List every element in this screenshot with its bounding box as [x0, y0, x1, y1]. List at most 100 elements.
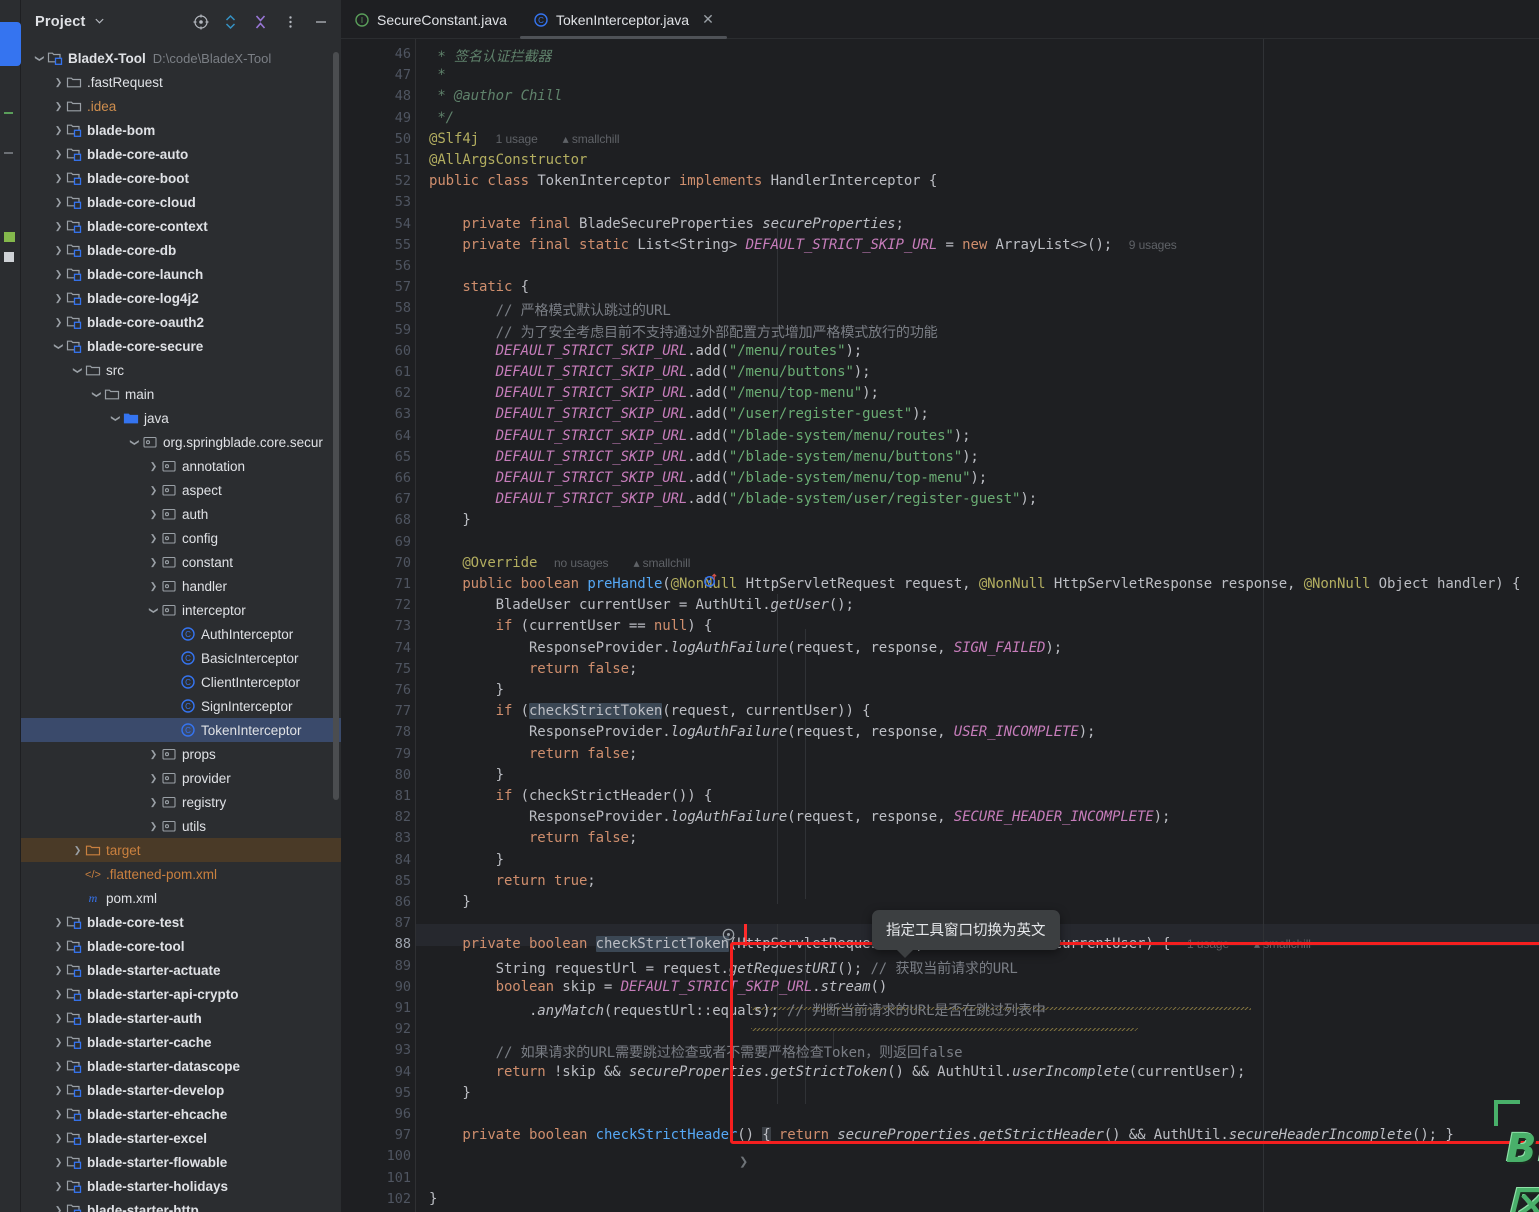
tree-item[interactable]: ❯ annotation — [21, 454, 341, 478]
code-line[interactable]: return false; — [429, 830, 637, 846]
tree-item[interactable]: ❯ target — [21, 838, 341, 862]
tree-item[interactable]: ❯ blade-starter-develop — [21, 1078, 341, 1102]
bookmarks-tool-marker[interactable] — [4, 152, 13, 154]
code-line[interactable]: } — [429, 894, 470, 910]
tree-item[interactable]: ❯ main — [21, 382, 341, 406]
code-line[interactable]: .anyMatch(requestUrl::equals); // 判断当前请求… — [429, 1000, 1046, 1020]
code-line[interactable]: @Override no usages ▴ smallchill — [429, 555, 690, 571]
tree-item[interactable]: ❯ blade-starter-datascope — [21, 1054, 341, 1078]
code-line[interactable]: DEFAULT_STRICT_SKIP_URL.add("/user/regis… — [429, 406, 929, 422]
code-line[interactable]: String requestUrl = request.getRequestUR… — [429, 958, 1018, 978]
chevron-right-icon[interactable]: ❯ — [147, 557, 160, 567]
code-line[interactable]: * @author Chill — [429, 88, 562, 104]
code-line[interactable]: DEFAULT_STRICT_SKIP_URL.add("/blade-syst… — [429, 470, 988, 486]
tree-item[interactable]: ❯CAuthInterceptor — [21, 622, 341, 646]
tree-item[interactable]: ❯ blade-core-db — [21, 238, 341, 262]
fold-expand-icon[interactable]: ❯ — [739, 1155, 748, 1168]
chevron-right-icon[interactable]: ❯ — [147, 773, 160, 783]
locate-icon[interactable] — [192, 14, 209, 31]
tree-item[interactable]: ❯</>.flattened-pom.xml — [21, 862, 341, 886]
chevron-right-icon[interactable]: ❯ — [52, 245, 65, 255]
code-line[interactable]: private final static List<String> DEFAUL… — [429, 237, 1176, 253]
chevron-down-icon[interactable]: ❯ — [35, 52, 45, 65]
code-line[interactable]: if (checkStrictToken(request, currentUse… — [429, 703, 871, 720]
tree-item[interactable]: ❯ blade-core-test — [21, 910, 341, 934]
tree-item[interactable]: ❯ handler — [21, 574, 341, 598]
project-scrollbar[interactable] — [333, 52, 339, 800]
chevron-right-icon[interactable]: ❯ — [52, 173, 65, 183]
code-line[interactable]: } — [429, 1191, 437, 1207]
code-line[interactable]: DEFAULT_STRICT_SKIP_URL.add("/blade-syst… — [429, 491, 1038, 507]
tree-item[interactable]: ❯ .fastRequest — [21, 70, 341, 94]
code-line[interactable]: // 如果请求的URL需要跳过检查或者不需要严格检查Token，则返回false — [429, 1042, 963, 1062]
chevron-down-icon[interactable]: ❯ — [92, 388, 102, 401]
code-line[interactable]: DEFAULT_STRICT_SKIP_URL.add("/menu/top-m… — [429, 385, 879, 401]
code-line[interactable]: // 严格模式默认跳过的URL — [429, 300, 671, 320]
code-line[interactable]: } — [429, 852, 504, 868]
chevron-right-icon[interactable]: ❯ — [52, 1181, 65, 1191]
chevron-right-icon[interactable]: ❯ — [52, 197, 65, 207]
code-line[interactable]: * 签名认证拦截器 — [429, 46, 551, 66]
chevron-right-icon[interactable]: ❯ — [52, 125, 65, 135]
usage-marker-icon[interactable] — [721, 927, 736, 947]
tree-item[interactable]: ❯ BladeX-Tool D:\code\BladeX-Tool — [21, 46, 341, 70]
chevron-right-icon[interactable]: ❯ — [52, 149, 65, 159]
chevron-right-icon[interactable]: ❯ — [147, 821, 160, 831]
chevron-right-icon[interactable]: ❯ — [52, 1109, 65, 1119]
tree-item[interactable]: ❯ interceptor — [21, 598, 341, 622]
tree-item[interactable]: ❯ blade-starter-flowable — [21, 1150, 341, 1174]
chevron-right-icon[interactable]: ❯ — [147, 461, 160, 471]
tree-item[interactable]: ❯ java — [21, 406, 341, 430]
tree-item[interactable]: ❯ blade-core-tool — [21, 934, 341, 958]
tree-item[interactable]: ❯ blade-starter-api-crypto — [21, 982, 341, 1006]
chevron-down-icon[interactable] — [94, 15, 105, 29]
tree-item[interactable]: ❯ utils — [21, 814, 341, 838]
git-tool-marker[interactable] — [4, 232, 15, 242]
code-line[interactable]: // 为了安全考虑目前不支持通过外部配置方式增加严格模式放行的功能 — [429, 322, 938, 342]
tree-item[interactable]: ❯ registry — [21, 790, 341, 814]
code-line[interactable]: return !skip && secureProperties.getStri… — [429, 1064, 1246, 1080]
code-line[interactable]: public class TokenInterceptor implements… — [429, 173, 937, 189]
run-tool-marker[interactable] — [4, 252, 14, 262]
tree-item[interactable]: ❯ blade-core-log4j2 — [21, 286, 341, 310]
tree-item[interactable]: ❯ blade-core-oauth2 — [21, 310, 341, 334]
code-line[interactable]: ResponseProvider.logAuthFailure(request,… — [429, 640, 1062, 656]
code-editor[interactable]: 46 * 签名认证拦截器 47 * 48 * @author Chill 49 */ 5… — [341, 39, 1539, 1212]
tree-item[interactable]: ❯ auth — [21, 502, 341, 526]
chevron-right-icon[interactable]: ❯ — [147, 485, 160, 495]
chevron-right-icon[interactable]: ❯ — [52, 1061, 65, 1071]
code-line[interactable]: ResponseProvider.logAuthFailure(request,… — [429, 809, 1170, 825]
code-line[interactable]: } — [429, 1085, 470, 1101]
tree-item[interactable]: ❯ .idea — [21, 94, 341, 118]
editor-tab[interactable]: C TokenInterceptor.java ✕ — [519, 0, 727, 39]
code-line[interactable]: ResponseProvider.logAuthFailure(request,… — [429, 724, 1096, 740]
project-tool-button[interactable] — [0, 22, 21, 66]
code-line[interactable]: BladeUser currentUser = AuthUtil.getUser… — [429, 597, 854, 613]
code-line[interactable]: boolean skip = DEFAULT_STRICT_SKIP_URL.s… — [429, 979, 888, 995]
tree-item[interactable]: ❯ blade-bom — [21, 118, 341, 142]
tree-item[interactable]: ❯ constant — [21, 550, 341, 574]
chevron-down-icon[interactable]: ❯ — [54, 340, 64, 353]
code-line[interactable]: private boolean checkStrictToken(HttpSer… — [429, 936, 1311, 953]
close-icon[interactable]: ✕ — [702, 11, 714, 28]
code-line[interactable]: return true; — [429, 873, 596, 889]
tree-item[interactable]: ❯mpom.xml — [21, 886, 341, 910]
chevron-right-icon[interactable]: ❯ — [71, 845, 84, 855]
tree-item[interactable]: ❯ aspect — [21, 478, 341, 502]
chevron-right-icon[interactable]: ❯ — [147, 749, 160, 759]
tree-item[interactable]: ❯ blade-core-boot — [21, 166, 341, 190]
chevron-right-icon[interactable]: ❯ — [52, 917, 65, 927]
tree-item[interactable]: ❯ blade-starter-cache — [21, 1030, 341, 1054]
code-line[interactable]: DEFAULT_STRICT_SKIP_URL.add("/blade-syst… — [429, 428, 971, 444]
tree-item[interactable]: ❯ blade-starter-http — [21, 1198, 341, 1212]
tree-item-selected[interactable]: ❯CTokenInterceptor — [21, 718, 341, 742]
chevron-right-icon[interactable]: ❯ — [52, 965, 65, 975]
tree-item[interactable]: ❯ blade-starter-holidays — [21, 1174, 341, 1198]
code-line[interactable]: */ — [429, 110, 454, 126]
code-line[interactable]: } — [429, 767, 504, 783]
chevron-down-icon[interactable]: ❯ — [111, 412, 121, 425]
code-line[interactable]: DEFAULT_STRICT_SKIP_URL.add("/menu/route… — [429, 343, 863, 359]
tree-item[interactable]: ❯ blade-core-launch — [21, 262, 341, 286]
code-line[interactable]: DEFAULT_STRICT_SKIP_URL.add("/menu/butto… — [429, 364, 871, 380]
chevron-right-icon[interactable]: ❯ — [52, 1157, 65, 1167]
